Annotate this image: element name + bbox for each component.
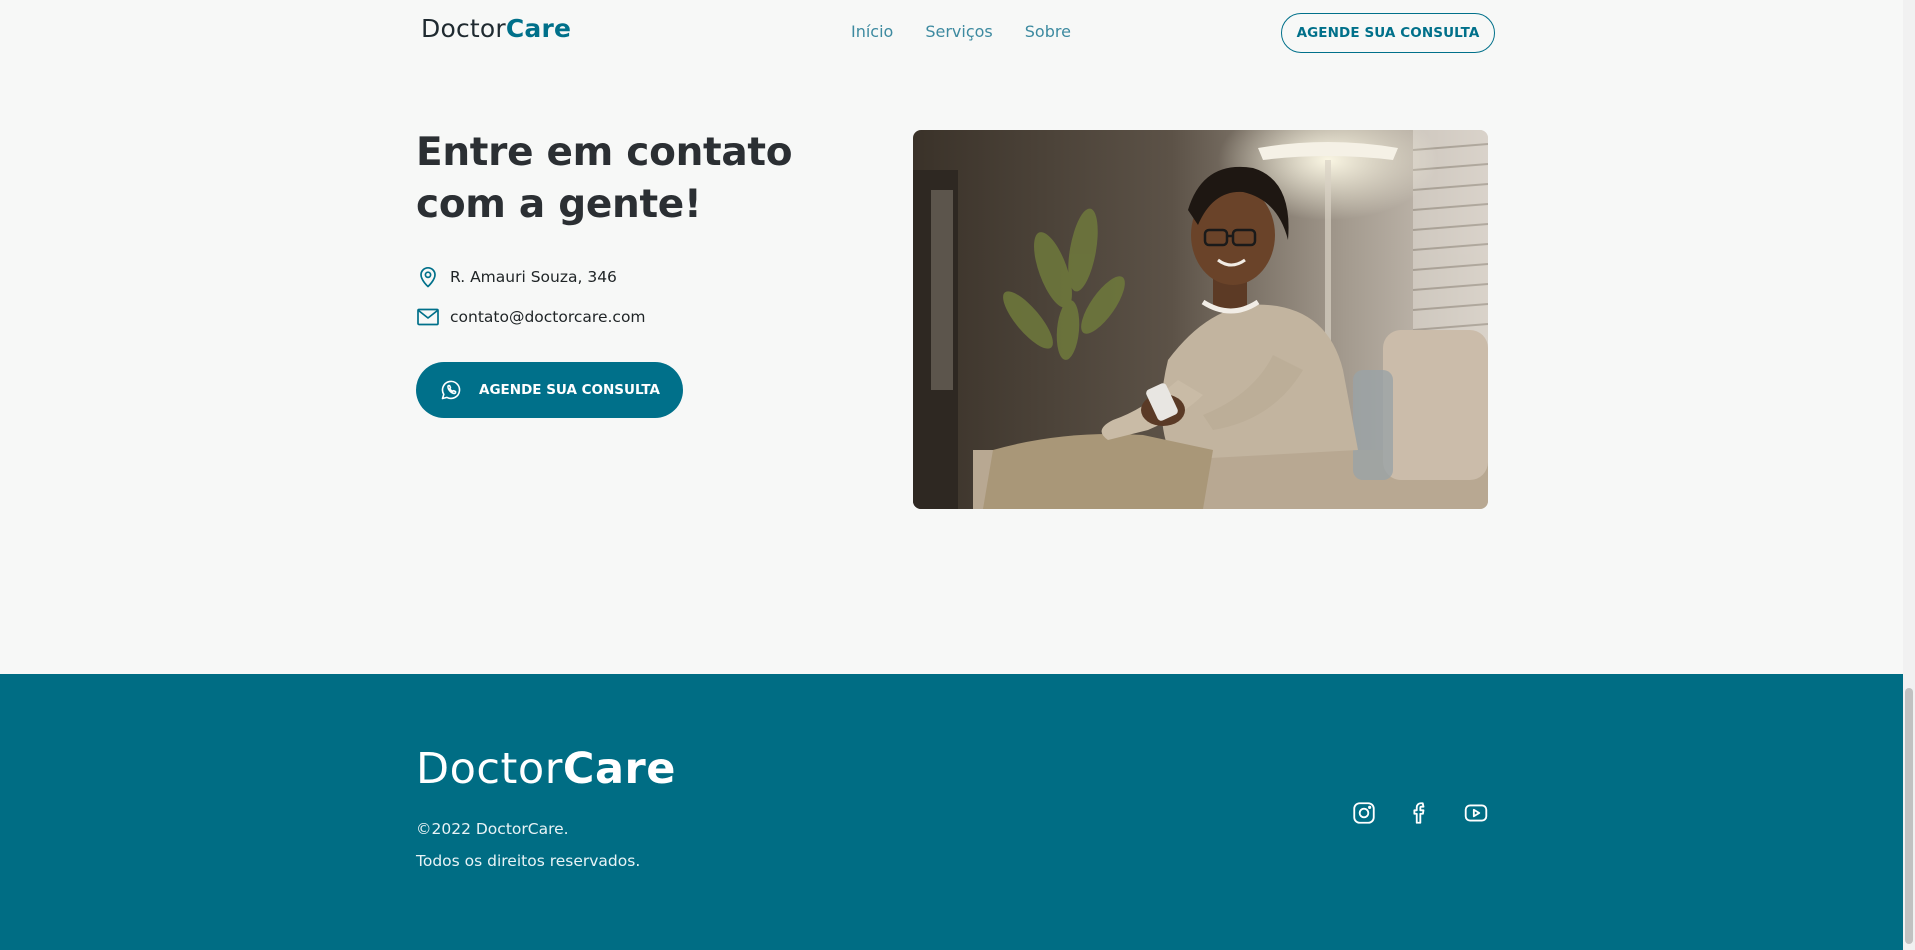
man-with-phone-image [913, 130, 1488, 509]
youtube-icon[interactable] [1463, 800, 1489, 826]
instagram-icon[interactable] [1351, 800, 1377, 826]
contact-photo [913, 130, 1488, 509]
address-row: R. Amauri Souza, 346 [416, 265, 617, 289]
site-footer: DoctorCare ©2022 DoctorCare. Todos os di… [0, 674, 1903, 950]
logo[interactable]: DoctorCare [421, 14, 571, 43]
contact-title: Entre em contato com a gente! [416, 130, 793, 227]
footer-copyright: ©2022 DoctorCare. [416, 820, 569, 838]
mail-icon [417, 308, 439, 326]
logo-suffix: Care [505, 14, 572, 43]
facebook-icon[interactable] [1407, 800, 1433, 826]
site-header: DoctorCare Início Serviços Sobre AGENDE … [0, 0, 1903, 65]
nav-link-sobre[interactable]: Sobre [1025, 22, 1071, 41]
nav-link-servicos[interactable]: Serviços [925, 22, 992, 41]
footer-rights: Todos os direitos reservados. [416, 852, 641, 870]
whatsapp-schedule-label: AGENDE SUA CONSULTA [479, 382, 660, 398]
footer-logo-prefix: Doctor [416, 744, 563, 794]
whatsapp-schedule-button[interactable]: AGENDE SUA CONSULTA [416, 362, 683, 418]
footer-logo[interactable]: DoctorCare [416, 744, 676, 794]
header-schedule-button[interactable]: AGENDE SUA CONSULTA [1281, 13, 1495, 53]
email-text[interactable]: contato@doctorcare.com [450, 308, 646, 326]
scrollbar-thumb[interactable] [1905, 688, 1913, 944]
email-row: contato@doctorcare.com [416, 305, 646, 329]
social-links [1351, 800, 1489, 826]
footer-logo-suffix: Care [562, 744, 676, 794]
logo-prefix: Doctor [421, 14, 506, 43]
address-text: R. Amauri Souza, 346 [450, 268, 617, 286]
whatsapp-icon [441, 380, 461, 400]
main-nav: Início Serviços Sobre [851, 22, 1071, 41]
page-scrollbar[interactable] [1903, 0, 1915, 950]
map-pin-icon [420, 266, 436, 288]
nav-link-inicio[interactable]: Início [851, 22, 893, 41]
